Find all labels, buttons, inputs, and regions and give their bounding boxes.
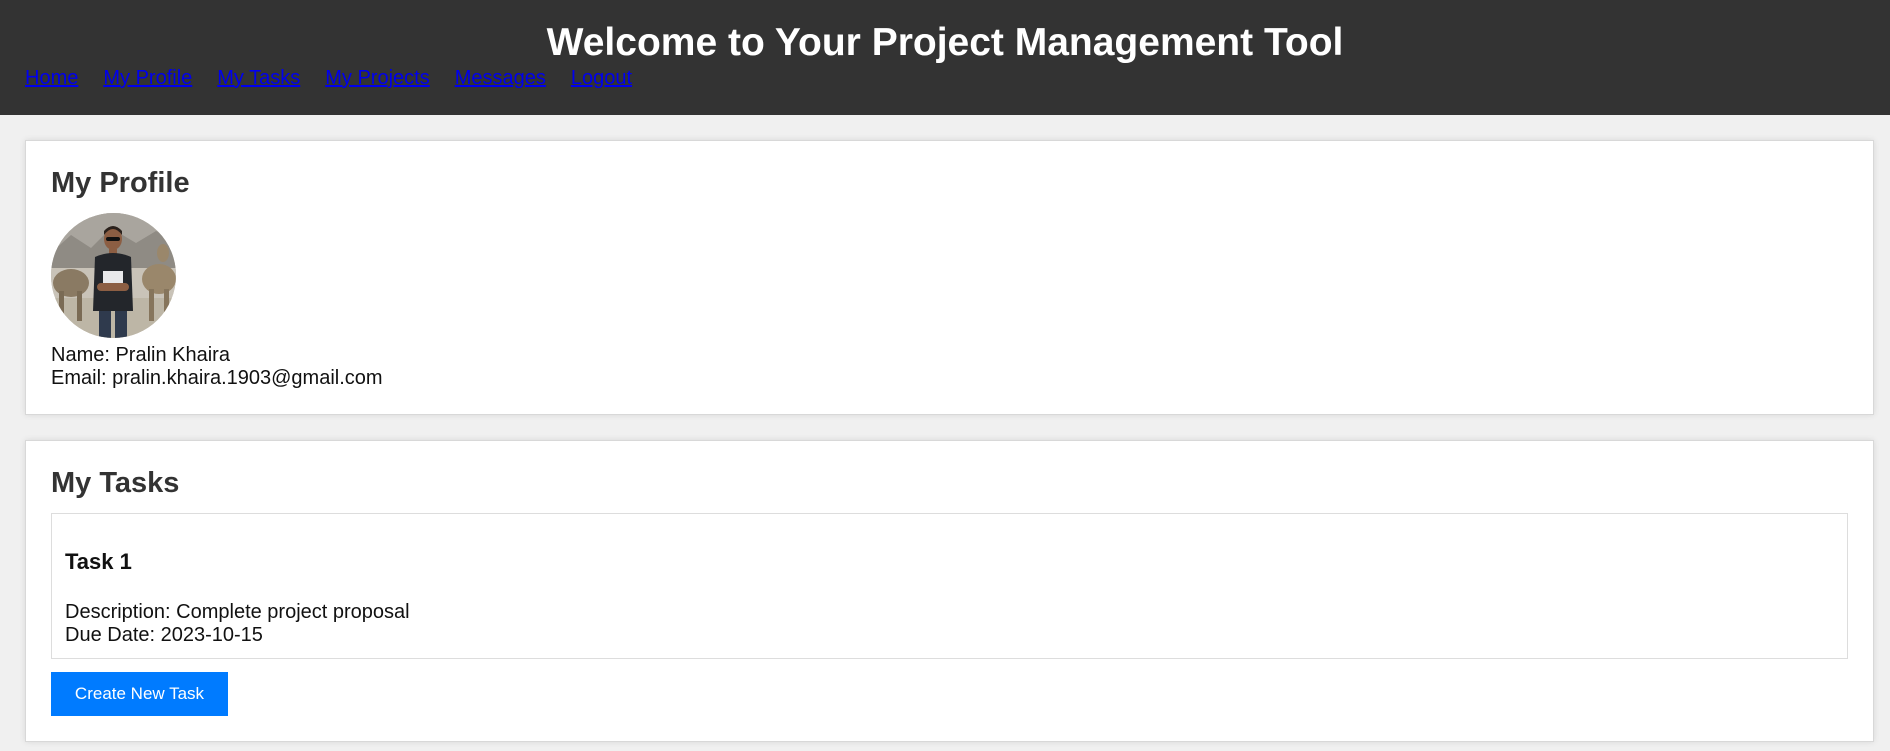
avatar [51,213,176,338]
task-description: Description: Complete project proposal [65,601,410,623]
tasks-section: My Tasks Task 1 Description: Complete pr… [25,440,1874,742]
task-card: Task 1 Description: Complete project pro… [51,513,1848,659]
nav-link-my-profile[interactable]: My Profile [103,64,192,92]
nav-link-messages[interactable]: Messages [455,64,546,92]
nav-link-my-projects[interactable]: My Projects [325,64,429,92]
profile-photo-image [51,213,176,338]
nav-link-logout[interactable]: Logout [571,64,632,92]
profile-section: My Profile Name: Pralin Khaira Email: pr… [25,140,1874,415]
main-nav: Home My Profile My Tasks My Projects Mes… [25,64,657,92]
profile-name: Name: Pralin Khaira [51,344,230,366]
task-title: Task 1 [65,549,132,574]
profile-email: Email: pralin.khaira.1903@gmail.com [51,367,383,389]
nav-link-my-tasks[interactable]: My Tasks [217,64,300,92]
page-header: Welcome to Your Project Management Tool … [0,0,1890,115]
profile-heading: My Profile [51,167,190,199]
nav-link-home[interactable]: Home [25,64,78,92]
page-title: Welcome to Your Project Management Tool [546,21,1344,64]
create-new-task-button[interactable]: Create New Task [51,672,228,716]
tasks-heading: My Tasks [51,467,180,499]
task-due-date: Due Date: 2023-10-15 [65,624,263,646]
